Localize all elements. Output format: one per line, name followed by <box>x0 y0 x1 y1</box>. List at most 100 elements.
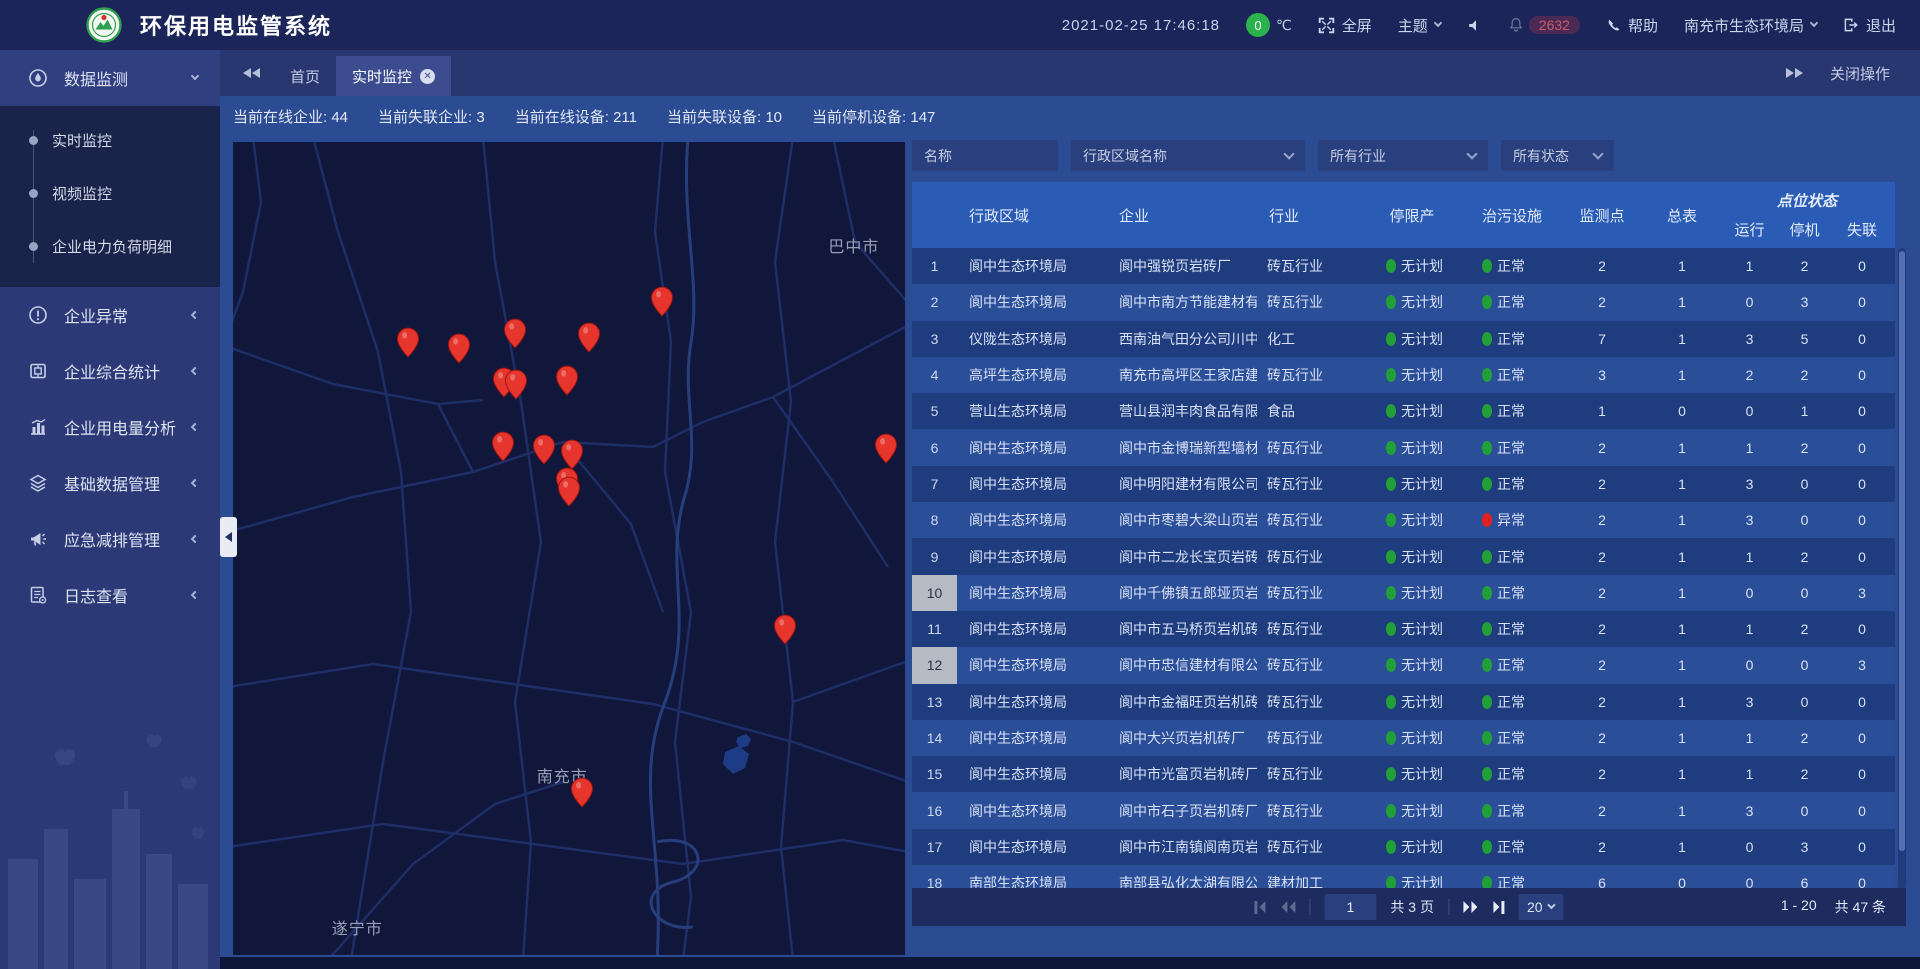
map-pin[interactable] <box>558 476 581 507</box>
status-dot-green <box>1386 441 1396 455</box>
sidebar-item-0[interactable]: 数据监测 <box>0 50 220 106</box>
sidebar-item-label: 数据监测 <box>64 66 192 90</box>
region-select[interactable]: 行政区域名称 <box>1071 140 1305 171</box>
row-index: 14 <box>912 720 957 756</box>
cell-industry: 砖瓦行业 <box>1257 502 1362 538</box>
map-pin[interactable] <box>396 327 419 358</box>
page-number-input[interactable] <box>1324 894 1376 920</box>
table-row[interactable]: 1阆中生态环境局阆中强锐页岩砖厂砖瓦行业无计划正常21120 <box>912 248 1895 284</box>
table-row[interactable]: 2阆中生态环境局阆中市南方节能建材有砖瓦行业无计划正常21030 <box>912 284 1895 320</box>
mute-button[interactable] <box>1467 18 1482 33</box>
map-pin[interactable] <box>650 286 673 317</box>
divider <box>1448 899 1449 915</box>
page-size-select[interactable]: 20 <box>1518 894 1564 920</box>
cell-points: 2 <box>1562 502 1642 538</box>
table-row[interactable]: 16阆中生态环境局阆中市石子页岩机砖厂砖瓦行业无计划正常21300 <box>912 792 1895 828</box>
table-row[interactable]: 6阆中生态环境局阆中市金博瑞新型墙材砖瓦行业无计划正常21120 <box>912 429 1895 465</box>
cell-stop: 0 <box>1777 684 1832 720</box>
cell-total: 1 <box>1642 756 1722 792</box>
sidebar-item-3[interactable]: 企业用电量分析 <box>0 399 220 455</box>
table-row[interactable]: 9阆中生态环境局阆中市二龙长宝页岩砖砖瓦行业无计划正常21120 <box>912 538 1895 574</box>
table-row[interactable]: 13阆中生态环境局阆中市金福旺页岩机砖砖瓦行业无计划正常21300 <box>912 684 1895 720</box>
table-row[interactable]: 15阆中生态环境局阆中市光富页岩机砖厂砖瓦行业无计划正常21120 <box>912 756 1895 792</box>
row-index: 1 <box>912 248 957 284</box>
sidebar-collapse-button[interactable] <box>220 517 237 557</box>
logout-button[interactable]: 退出 <box>1843 15 1896 36</box>
sidebar-item-label: 应急减排管理 <box>64 527 192 551</box>
cell-facility-status: 正常 <box>1462 284 1562 320</box>
notifications-button[interactable]: 2632 <box>1508 16 1580 34</box>
map-pin[interactable] <box>492 431 515 462</box>
sidebar-menu: 数据监测实时监控视频监控企业电力负荷明细企业异常企业综合统计企业用电量分析基础数… <box>0 50 220 623</box>
cell-facility-status: 正常 <box>1462 429 1562 465</box>
table-row[interactable]: 14阆中生态环境局阆中大兴页岩机砖厂砖瓦行业无计划正常21120 <box>912 720 1895 756</box>
table-row[interactable]: 5营山生态环境局营山县润丰肉食品有限食品无计划正常10010 <box>912 393 1895 429</box>
table-row[interactable]: 17阆中生态环境局阆中市江南镇阆南页岩砖瓦行业无计划正常21030 <box>912 829 1895 865</box>
table-row[interactable]: 10阆中生态环境局阆中千佛镇五郎垭页岩砖瓦行业无计划正常21003 <box>912 575 1895 611</box>
map-pin[interactable] <box>773 614 796 645</box>
sidebar-item-1[interactable]: 企业异常 <box>0 287 220 343</box>
table-row[interactable]: 18南部生态环境局南部县弘化太湖有限公建材加工无计划正常60060 <box>912 865 1895 889</box>
table-row[interactable]: 12阆中生态环境局阆中市忠信建材有限公砖瓦行业无计划正常21003 <box>912 647 1895 683</box>
tab-realtime-monitor[interactable]: 实时监控 ✕ <box>336 56 451 96</box>
table-row[interactable]: 3仪陇生态环境局西南油气田分公司川中化工无计划正常71350 <box>912 321 1895 357</box>
sidebar-item-6[interactable]: 日志查看 <box>0 567 220 623</box>
status-dot-green <box>1386 622 1396 636</box>
first-page-button[interactable] <box>1254 901 1265 914</box>
tab-home[interactable]: 首页 <box>274 56 336 96</box>
sidebar-subitem[interactable]: 实时监控 <box>0 114 220 167</box>
status-dot-green <box>1482 368 1492 382</box>
limit-status-label: 无计划 <box>1401 837 1443 857</box>
map-pin[interactable] <box>570 777 593 808</box>
table-row[interactable]: 4高坪生态环境局南充市高坪区王家店建砖瓦行业无计划正常31220 <box>912 357 1895 393</box>
temperature-unit: ℃ <box>1276 17 1292 34</box>
map-pin[interactable] <box>447 333 470 364</box>
cell-industry: 砖瓦行业 <box>1257 284 1362 320</box>
group-sub-headers: 运行停机失联 <box>1722 219 1892 240</box>
sidebar-item-5[interactable]: 应急减排管理 <box>0 511 220 567</box>
industry-select[interactable]: 所有行业 <box>1318 140 1488 171</box>
status-dot-green <box>1386 586 1396 600</box>
sidebar-item-2[interactable]: 企业综合统计 <box>0 343 220 399</box>
cell-facility-status: 正常 <box>1462 393 1562 429</box>
status-dot-green <box>1386 550 1396 564</box>
map-pin[interactable] <box>555 365 578 396</box>
cell-lost: 0 <box>1832 792 1892 828</box>
table-scrollbar[interactable] <box>1898 248 1906 889</box>
cell-limit-status: 无计划 <box>1362 684 1462 720</box>
row-index: 17 <box>912 829 957 865</box>
close-operations-button[interactable]: 关闭操作 <box>1830 63 1890 84</box>
help-button[interactable]: 帮助 <box>1606 15 1658 36</box>
tabs-scroll-right-button[interactable] <box>1786 50 1804 96</box>
sidebar-item-4[interactable]: 基础数据管理 <box>0 455 220 511</box>
cell-facility-status: 正常 <box>1462 829 1562 865</box>
org-menu[interactable]: 南充市生态环境局 <box>1684 15 1817 36</box>
table-row[interactable]: 7阆中生态环境局阆中明阳建材有限公司砖瓦行业无计划正常21300 <box>912 466 1895 502</box>
map-pin[interactable] <box>578 322 601 353</box>
cell-industry: 砖瓦行业 <box>1257 829 1362 865</box>
status-select[interactable]: 所有状态 <box>1501 140 1614 171</box>
last-page-button[interactable] <box>1493 901 1504 914</box>
prev-page-button[interactable] <box>1279 901 1295 913</box>
chevron-down-icon <box>1592 148 1603 159</box>
map-pin[interactable] <box>504 318 527 349</box>
datetime: 2021-02-25 17:46:18 <box>1062 17 1220 34</box>
map-pin[interactable] <box>504 369 527 400</box>
name-search-input[interactable] <box>912 140 1058 171</box>
map-pin[interactable] <box>533 434 556 465</box>
cell-run: 3 <box>1722 684 1777 720</box>
table-row[interactable]: 11阆中生态环境局阆中市五马桥页岩机砖砖瓦行业无计划正常21120 <box>912 611 1895 647</box>
status-dot-green <box>1482 441 1492 455</box>
tabs-scroll-left-button[interactable] <box>220 50 274 96</box>
table-row[interactable]: 8阆中生态环境局阆中市枣碧大梁山页岩砖瓦行业无计划异常21300 <box>912 502 1895 538</box>
map-panel[interactable]: 巴中市南充市遂宁市 <box>233 142 905 955</box>
map-pin[interactable] <box>560 439 583 470</box>
map-pin[interactable] <box>875 433 898 464</box>
theme-menu[interactable]: 主题 <box>1398 15 1441 36</box>
tab-close-icon[interactable]: ✕ <box>420 69 435 84</box>
sidebar-subitem[interactable]: 企业电力负荷明细 <box>0 220 220 273</box>
fullscreen-button[interactable]: 全屏 <box>1318 15 1372 36</box>
next-page-button[interactable] <box>1463 901 1479 913</box>
scrollbar-thumb[interactable] <box>1899 251 1905 851</box>
sidebar-subitem[interactable]: 视频监控 <box>0 167 220 220</box>
